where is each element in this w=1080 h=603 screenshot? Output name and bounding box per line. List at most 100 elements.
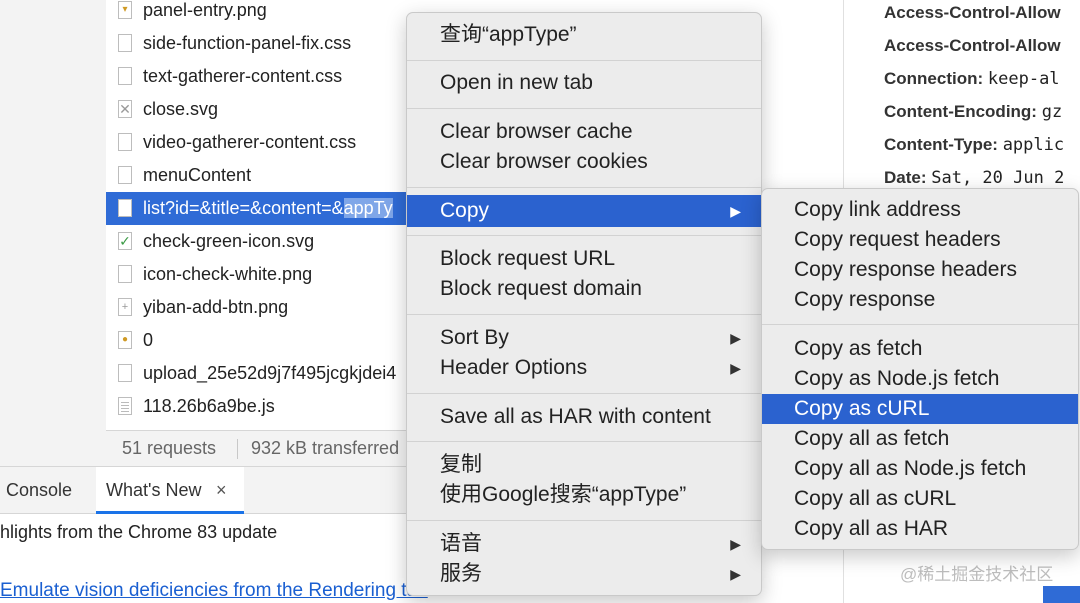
submenu-item-copy-as-fetch[interactable]: Copy as fetch xyxy=(762,334,1078,364)
request-name: close.svg xyxy=(143,99,219,119)
header-value: applic xyxy=(1002,135,1065,155)
request-row[interactable]: 118.26b6a9be.js xyxy=(106,390,406,423)
request-name: side-function-panel-fix.css xyxy=(143,33,352,53)
file-icon xyxy=(118,199,132,217)
request-row[interactable]: icon-check-white.png xyxy=(106,258,406,291)
tab-console[interactable]: Console xyxy=(6,467,72,513)
request-row[interactable]: menuContent xyxy=(106,159,406,192)
file-icon xyxy=(118,133,132,151)
menu-item-block-url[interactable]: Block request URL xyxy=(407,244,761,274)
menu-item-services[interactable]: 服务 ▶ xyxy=(407,559,761,589)
submenu-item-copy-request-headers[interactable]: Copy request headers xyxy=(762,225,1078,255)
file-icon xyxy=(118,265,132,283)
copy-submenu: Copy link address Copy request headers C… xyxy=(761,188,1079,550)
menu-item-block-domain[interactable]: Block request domain xyxy=(407,274,761,304)
request-name: menuContent xyxy=(143,165,252,185)
submenu-arrow-icon: ▶ xyxy=(730,566,741,582)
request-name: list?id=&title=&content=&appTy xyxy=(143,192,393,225)
context-menu: 查询“appType” Open in new tab Clear browse… xyxy=(406,12,762,596)
image-file-icon: ▾ xyxy=(118,1,132,19)
request-name: panel-entry.png xyxy=(143,0,267,20)
header-value: gz xyxy=(1041,102,1063,122)
request-row[interactable]: video-gatherer-content.css xyxy=(106,126,406,159)
submenu-item-copy-all-as-node-fetch[interactable]: Copy all as Node.js fetch xyxy=(762,454,1078,484)
request-row[interactable]: + yiban-add-btn.png xyxy=(106,291,406,324)
file-icon xyxy=(118,34,132,52)
menu-item-open-new-tab[interactable]: Open in new tab xyxy=(407,68,761,98)
request-row[interactable]: ✕ close.svg xyxy=(106,93,406,126)
submenu-item-copy-as-node-fetch[interactable]: Copy as Node.js fetch xyxy=(762,364,1078,394)
request-row[interactable]: ● 0 xyxy=(106,324,406,357)
menu-item-clear-cookies[interactable]: Clear browser cookies xyxy=(407,147,761,177)
request-name-highlight: appTy xyxy=(343,198,393,218)
request-name-prefix: list?id=&title=&content=& xyxy=(143,198,344,218)
header-row: Access-Control-Allow xyxy=(884,0,1061,29)
request-name: video-gatherer-content.css xyxy=(143,132,357,152)
whats-new-link[interactable]: Emulate vision deficiencies from the Ren… xyxy=(0,580,428,602)
menu-divider xyxy=(407,187,761,188)
submenu-arrow-icon: ▶ xyxy=(730,536,741,552)
request-row[interactable]: upload_25e52d9j7f495jcgkjdei4 xyxy=(106,357,406,390)
menu-divider xyxy=(407,441,761,442)
menu-divider xyxy=(407,235,761,236)
request-name: check-green-icon.svg xyxy=(143,231,315,251)
close-icon[interactable]: × xyxy=(216,467,227,513)
status-divider xyxy=(237,439,238,459)
file-icon xyxy=(118,166,132,184)
menu-item-services-label: 服务 xyxy=(440,562,482,585)
submenu-item-copy-response[interactable]: Copy response xyxy=(762,285,1078,315)
menu-divider xyxy=(407,520,761,521)
submenu-item-copy-response-headers[interactable]: Copy response headers xyxy=(762,255,1078,285)
menu-item-google-search[interactable]: 使用Google搜索“appType” xyxy=(407,480,761,510)
file-icon xyxy=(118,364,132,382)
header-row: Content-Type: applic xyxy=(884,128,1064,161)
drawer-tab-bar: Console What's New × xyxy=(0,466,406,514)
submenu-item-copy-all-as-har[interactable]: Copy all as HAR xyxy=(762,514,1078,544)
watermark: @稀土掘金技术社区 xyxy=(900,565,1054,584)
request-row[interactable]: side-function-panel-fix.css xyxy=(106,27,406,60)
submenu-item-copy-link-address[interactable]: Copy link address xyxy=(762,195,1078,225)
whats-new-heading: hlights from the Chrome 83 update xyxy=(0,522,278,542)
submenu-item-copy-all-as-curl[interactable]: Copy all as cURL xyxy=(762,484,1078,514)
tab-whats-new[interactable]: What's New × xyxy=(96,467,244,514)
request-row[interactable]: ▾ panel-entry.png xyxy=(106,0,406,27)
request-name: yiban-add-btn.png xyxy=(143,297,289,317)
menu-item-save-har[interactable]: Save all as HAR with content xyxy=(407,402,761,432)
request-name: 118.26b6a9be.js xyxy=(143,396,275,416)
header-name: Content-Encoding: xyxy=(884,102,1037,121)
menu-item-copy[interactable]: Copy ▶ xyxy=(407,195,761,227)
header-row: Connection: keep-al xyxy=(884,62,1060,95)
menu-item-speech[interactable]: 语音 ▶ xyxy=(407,529,761,559)
request-row[interactable]: ✓ check-green-icon.svg xyxy=(106,225,406,258)
submenu-arrow-icon: ▶ xyxy=(730,203,741,219)
submenu-arrow-icon: ▶ xyxy=(730,360,741,376)
header-row: Access-Control-Allow xyxy=(884,29,1061,62)
submenu-item-copy-as-curl[interactable]: Copy as cURL xyxy=(762,394,1078,424)
menu-item-header-options-label: Header Options xyxy=(440,356,588,379)
header-name: Connection: xyxy=(884,69,984,88)
document-file-icon xyxy=(118,397,132,415)
header-row: Content-Encoding: gz xyxy=(884,95,1062,128)
menu-item-lookup[interactable]: 查询“appType” xyxy=(407,20,761,50)
header-value: Sat, 20 Jun 2 xyxy=(931,168,1065,188)
header-name: Date: xyxy=(884,168,927,187)
request-row[interactable]: text-gatherer-content.css xyxy=(106,60,406,93)
request-row-selected[interactable]: list?id=&title=&content=&appTy xyxy=(106,192,406,225)
menu-divider xyxy=(407,393,761,394)
menu-item-header-options[interactable]: Header Options ▶ xyxy=(407,353,761,383)
submenu-item-copy-all-as-fetch[interactable]: Copy all as fetch xyxy=(762,424,1078,454)
menu-item-sort-by[interactable]: Sort By ▶ xyxy=(407,323,761,353)
menu-item-clear-cache[interactable]: Clear browser cache xyxy=(407,117,761,147)
request-name: upload_25e52d9j7f495jcgkjdei4 xyxy=(143,363,397,383)
menu-divider xyxy=(407,314,761,315)
file-icon xyxy=(118,67,132,85)
transferred-size: 932 kB transferred xyxy=(251,438,400,458)
plus-file-icon: + xyxy=(118,298,132,316)
menu-item-copy-cn[interactable]: 复制 xyxy=(407,450,761,480)
header-name: Access-Control-Allow xyxy=(884,3,1061,22)
menu-item-speech-label: 语音 xyxy=(440,532,482,555)
panel-button-edge[interactable] xyxy=(1043,586,1080,603)
menu-item-sort-by-label: Sort By xyxy=(440,326,509,349)
network-request-list: ▾ panel-entry.png side-function-panel-fi… xyxy=(106,0,406,430)
header-name: Content-Type: xyxy=(884,135,998,154)
